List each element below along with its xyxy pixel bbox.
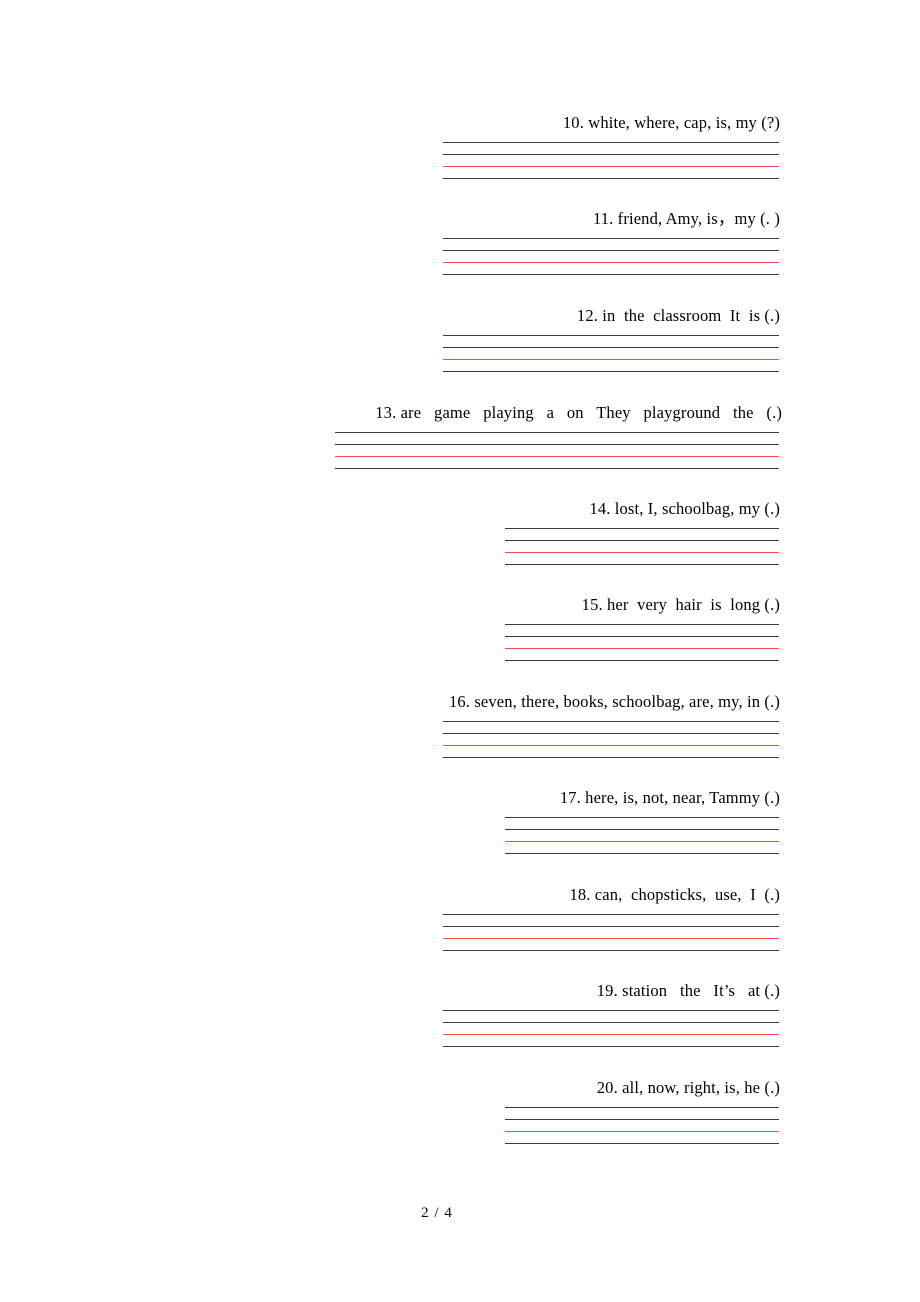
writing-rule-black [443,1010,779,1011]
writing-rule-black [335,432,779,433]
writing-rule-red [443,262,779,263]
writing-rule-red [335,456,779,457]
writing-rule-red [505,1131,779,1132]
writing-rule-red [443,745,779,746]
writing-rule-red [505,841,779,842]
answer-writing-lines[interactable] [505,528,779,568]
page-footer: 2 / 4 [0,1205,920,1222]
writing-rule-red [443,938,779,939]
writing-rule-black [505,540,779,541]
exercise-item: 20. all, now, right, is, he (.) [0,1078,920,1144]
exercise-prompt: 19. station the It’s at (.) [596,981,780,1000]
writing-rule-black [505,636,779,637]
writing-rule-black [443,154,779,155]
writing-rule-black [335,468,779,469]
exercise-item: 14. lost, I, schoolbag, my (.) [0,499,920,565]
writing-rule-black [505,1107,779,1108]
exercise-prompt: 16. seven, there, books, schoolbag, are,… [449,692,780,711]
writing-rule-black [443,178,779,179]
answer-writing-lines[interactable] [505,817,779,857]
writing-rule-black [443,1046,779,1047]
exercise-prompt: 11. friend, Amy, is，my (. ) [592,209,780,228]
exercise-prompt: 12. in the classroom It is (.) [576,306,780,325]
writing-rule-black [443,914,779,915]
exercise-item: 10. white, where, cap, is, my (?) [0,113,920,179]
writing-rule-black [443,238,779,239]
writing-rule-black [505,528,779,529]
writing-rule-black [505,817,779,818]
exercise-item: 19. station the It’s at (.) [0,981,920,1047]
writing-rule-black [505,1119,779,1120]
answer-writing-lines[interactable] [335,432,779,472]
writing-rule-black [443,347,779,348]
exercise-prompt: 18. can, chopsticks, use, I (.) [569,885,780,904]
writing-rule-black [443,757,779,758]
answer-writing-lines[interactable] [443,238,779,278]
exercise-item: 11. friend, Amy, is，my (. ) [0,209,920,275]
exercise-item: 13. are game playing a on They playgroun… [0,403,920,469]
writing-rule-black [505,829,779,830]
writing-rule-red [443,166,779,167]
answer-writing-lines[interactable] [505,1107,779,1147]
writing-rule-red [505,552,779,553]
writing-rule-red [505,648,779,649]
exercise-item: 17. here, is, not, near, Tammy (.) [0,788,920,854]
exercise-prompt: 10. white, where, cap, is, my (?) [562,113,780,132]
writing-rule-black [443,926,779,927]
writing-rule-black [505,1143,779,1144]
writing-rule-black [443,733,779,734]
answer-writing-lines[interactable] [443,721,779,761]
writing-rule-black [443,371,779,372]
exercise-prompt: 20. all, now, right, is, he (.) [596,1078,780,1097]
answer-writing-lines[interactable] [443,142,779,182]
exercise-item: 15. her very hair is long (.) [0,595,920,661]
writing-rule-red [443,359,779,360]
writing-rule-red [443,1034,779,1035]
writing-rule-black [335,444,779,445]
worksheet-page: 10. white, where, cap, is, my (?) 11. fri… [0,0,920,1302]
page-number: 2 / 4 [421,1205,453,1221]
writing-rule-black [505,660,779,661]
answer-writing-lines[interactable] [505,624,779,664]
writing-rule-black [443,721,779,722]
answer-writing-lines[interactable] [443,335,779,375]
writing-rule-black [443,1022,779,1023]
writing-rule-black [443,950,779,951]
answer-writing-lines[interactable] [443,914,779,954]
writing-rule-black [443,250,779,251]
answer-writing-lines[interactable] [443,1010,779,1050]
writing-rule-black [505,853,779,854]
writing-rule-black [505,564,779,565]
exercise-item: 12. in the classroom It is (.) [0,306,920,372]
exercise-prompt: 13. are game playing a on They playgroun… [375,403,782,422]
writing-rule-black [443,142,779,143]
exercise-item: 18. can, chopsticks, use, I (.) [0,885,920,951]
exercise-prompt: 17. here, is, not, near, Tammy (.) [559,788,780,807]
exercise-prompt: 14. lost, I, schoolbag, my (.) [589,499,780,518]
writing-rule-black [505,624,779,625]
exercise-prompt: 15. her very hair is long (.) [581,595,780,614]
exercise-item: 16. seven, there, books, schoolbag, are,… [0,692,920,758]
writing-rule-black [443,335,779,336]
writing-rule-black [443,274,779,275]
